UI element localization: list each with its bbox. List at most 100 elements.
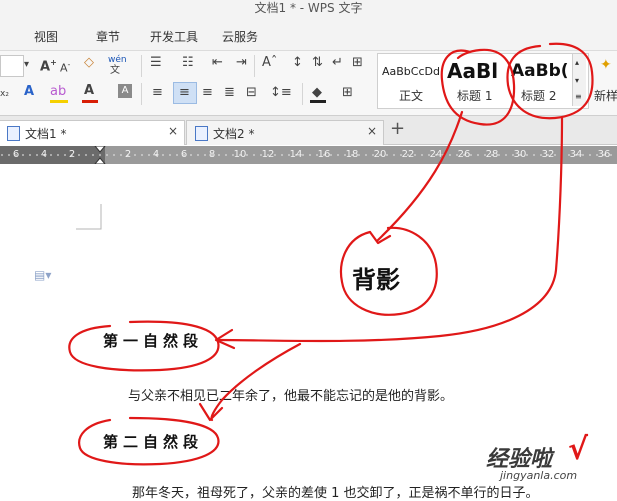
style-heading1[interactable]: AaBl 标题 1 [443, 55, 507, 105]
align-right-icon[interactable]: ≡ [202, 85, 213, 101]
gallery-up-icon[interactable]: ▴ [575, 58, 579, 67]
ruler-number: 24 [429, 149, 443, 160]
tab-document2[interactable]: 文档2 * × [186, 120, 384, 145]
clear-format-icon[interactable]: ◇ [84, 55, 94, 71]
tab-document2-label: 文档2 * [213, 127, 255, 141]
tab-document1-label: 文档1 * [25, 127, 67, 141]
new-style-label[interactable]: 新样 [594, 87, 617, 104]
style-heading2-preview: AaBb( [511, 61, 569, 81]
line-spacing-icon[interactable]: ↕≡ [270, 85, 292, 101]
style-heading1-label: 标题 1 [457, 89, 493, 103]
style-gallery-scrollbar[interactable]: ▴ ▾ ≡ [572, 54, 586, 106]
separator [141, 55, 142, 77]
ruler-number: 12 [261, 149, 275, 160]
sort-icon[interactable]: ⇅ [312, 55, 323, 71]
distribute-icon[interactable]: ⊟ [246, 85, 257, 101]
heading-first-paragraph: 第一自然段 [103, 332, 204, 350]
shrink-font-label: A [60, 61, 68, 75]
paragraph-2: 那年冬天，祖母死了，父亲的差使 1 也交卸了，正是祸不单行的日子。 [132, 486, 539, 501]
ruler-number: 36 [597, 149, 611, 160]
ruler-number: 28 [485, 149, 499, 160]
text-outline-icon[interactable]: A [24, 84, 34, 100]
borders-icon[interactable]: ⊞ [342, 85, 353, 101]
grow-font-label: A [40, 59, 51, 75]
decrease-indent-icon[interactable]: ⇤ [212, 55, 223, 71]
ruler-number: 20 [373, 149, 387, 160]
ruler-number: 34 [569, 149, 583, 160]
font-size-dropdown-icon[interactable]: ▾ [24, 57, 29, 73]
paragraph-layout-icon[interactable]: ▤▾ [34, 268, 51, 282]
menu-bar: 视图 章节 开发工具 云服务 [0, 22, 617, 51]
horizontal-ruler[interactable]: 6 4 2 2 4 6 8 10 12 14 16 18 20 22 24 26 28 30 32 34 36 [0, 146, 617, 164]
tab-document1[interactable]: 文档1 * × [0, 120, 185, 145]
align-center-icon: ≡ [179, 85, 190, 100]
annotation-label: 背影 [352, 265, 400, 294]
align-left-icon[interactable]: ≡ [152, 85, 163, 101]
change-case-icon[interactable]: ↕ [292, 55, 303, 71]
font-color-bar [82, 100, 98, 103]
paragraph-1: 与父亲不相见已二年余了，他最不能忘记的是他的背影。 [128, 389, 454, 404]
ruler-number: 30 [513, 149, 527, 160]
ruler-number: 4 [40, 149, 48, 160]
ribbon-toolbar: ▾ A+ A- ◇ wén 文 ☰ ☷ ⇤ ⇥ Aˆ ↕ ⇅ ↵ ⊞ x₂ A … [0, 51, 617, 116]
style-normal-preview: AaBbCcDd [382, 65, 440, 78]
watermark-check-icon: √ [568, 432, 589, 467]
style-heading2-label: 标题 2 [521, 89, 557, 103]
gallery-down-icon[interactable]: ▾ [575, 76, 579, 85]
table-border-icon[interactable]: ⊞ [352, 55, 363, 71]
ruler-number: 2 [124, 149, 132, 160]
font-color-icon[interactable]: A [84, 83, 94, 99]
ruler-number: 10 [233, 149, 247, 160]
subscript-icon[interactable]: x₂ [0, 86, 9, 102]
page-margin-corner [76, 204, 102, 230]
ruler-number: 18 [345, 149, 359, 160]
ruler-number: 4 [152, 149, 160, 160]
font-size-combo[interactable] [0, 55, 24, 77]
ruler-number: 16 [317, 149, 331, 160]
ruler-number: 22 [401, 149, 415, 160]
document-icon [7, 126, 20, 141]
ruler-number: 8 [208, 149, 216, 160]
menu-chapter[interactable]: 章节 [96, 28, 120, 45]
ruler-number: 14 [289, 149, 303, 160]
menu-developer-tools[interactable]: 开发工具 [150, 28, 198, 45]
style-heading1-preview: AaBl [447, 59, 499, 83]
style-normal-label: 正文 [399, 89, 424, 103]
menu-cloud-service[interactable]: 云服务 [222, 28, 258, 45]
document-page[interactable]: ▤▾ 第一自然段 与父亲不相见已二年余了，他最不能忘记的是他的背影。 第二自然段… [0, 164, 617, 501]
highlight-color-bar [50, 100, 68, 103]
close-icon[interactable]: × [367, 124, 377, 138]
grow-font-button[interactable]: A+ [40, 55, 57, 75]
gallery-more-icon[interactable]: ≡ [575, 92, 582, 101]
show-marks-icon[interactable]: ↵ [332, 55, 343, 71]
new-tab-button[interactable]: + [390, 118, 405, 139]
ruler-number: 6 [12, 149, 20, 160]
shading-bucket-icon[interactable]: ◆ [312, 85, 322, 101]
increase-indent-icon[interactable]: ⇥ [236, 55, 247, 71]
numbered-list-icon[interactable]: ☷ [182, 55, 194, 71]
menu-view[interactable]: 视图 [34, 28, 58, 45]
align-center-button[interactable]: ≡ [173, 82, 197, 104]
pinyin-glyph-icon: 文 [110, 65, 120, 76]
bullet-list-icon[interactable]: ☰ [150, 55, 162, 71]
title-bar: 文档1 * - WPS 文字 [0, 0, 617, 22]
shrink-font-button[interactable]: A- [60, 57, 70, 77]
new-style-icon[interactable]: ✦ [600, 57, 612, 73]
shading-color-bar [310, 100, 326, 103]
text-effects-icon[interactable]: Aˆ [262, 55, 277, 71]
style-heading2[interactable]: AaBb( 标题 2 [509, 55, 571, 105]
heading-second-paragraph: 第二自然段 [103, 433, 204, 451]
close-icon[interactable]: × [168, 124, 178, 138]
separator [141, 83, 142, 105]
ruler-number: 26 [457, 149, 471, 160]
char-shading-icon[interactable]: A [118, 84, 132, 98]
ruler-number: 32 [541, 149, 555, 160]
highlight-icon[interactable]: ab [50, 84, 66, 100]
style-normal[interactable]: AaBbCcDd 正文 [379, 55, 441, 105]
separator [302, 83, 303, 105]
indent-marker[interactable] [94, 146, 106, 164]
ruler-number: 2 [68, 149, 76, 160]
document-tab-bar: 文档1 * × 文档2 * × + [0, 116, 617, 145]
document-icon [195, 126, 208, 141]
justify-icon[interactable]: ≣ [224, 85, 235, 101]
